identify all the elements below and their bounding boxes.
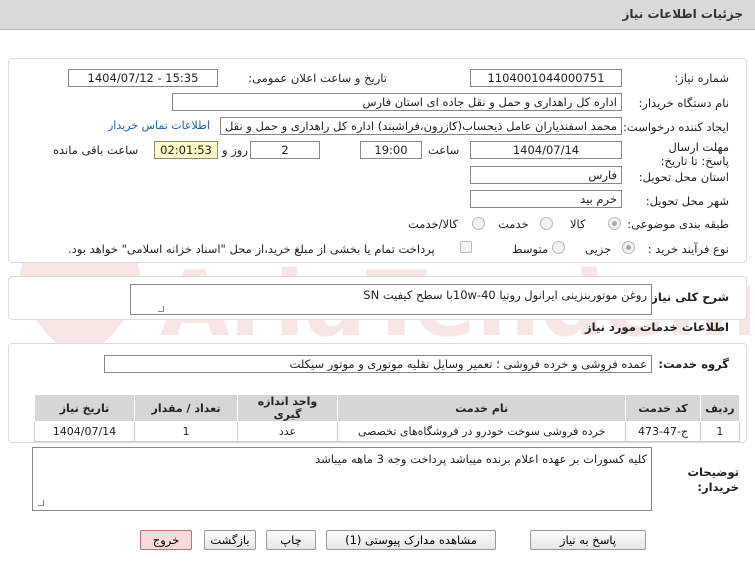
need-number-label: شماره نیاز: bbox=[674, 71, 729, 85]
creator-label: ایجاد کننده درخواست: bbox=[623, 120, 729, 134]
announce-datetime-field: 1404/07/12 - 15:35 bbox=[68, 69, 218, 87]
summary-label: شرح کلی نیاز: bbox=[646, 290, 729, 304]
days-remaining-field: 2 bbox=[250, 141, 320, 159]
category-option-goods: کالا bbox=[570, 217, 586, 231]
days-label: روز و bbox=[222, 143, 248, 157]
deadline-time-field: 19:00 bbox=[360, 141, 422, 159]
cell-quantity: 1 bbox=[133, 421, 239, 442]
process-radio-medium[interactable] bbox=[552, 241, 565, 254]
city-label: شهر محل تحویل: bbox=[645, 194, 729, 208]
cell-row: 1 bbox=[699, 421, 741, 442]
deadline-date-field: 1404/07/14 bbox=[470, 141, 622, 159]
col-row: ردیف bbox=[699, 394, 741, 422]
contact-buyer-link[interactable]: اطلاعات تماس خریدار bbox=[108, 119, 210, 132]
service-group-label: گروه خدمت: bbox=[658, 357, 729, 371]
process-label: نوع فرآیند خرید : bbox=[647, 242, 729, 256]
category-label: طبقه بندی موضوعی: bbox=[627, 217, 729, 231]
buyer-notes-field: کلیه کسورات بر عهده اعلام برنده میباشد پ… bbox=[32, 447, 652, 511]
category-radio-goods[interactable] bbox=[608, 217, 621, 230]
category-option-service: خدمت bbox=[498, 217, 529, 231]
col-quantity: تعداد / مقدار bbox=[133, 394, 239, 422]
category-option-goods-service: کالا/خدمت bbox=[408, 217, 459, 231]
buyer-org-label: نام دستگاه خریدار: bbox=[638, 96, 729, 110]
reply-button[interactable]: پاسخ به نیاز bbox=[530, 530, 646, 550]
page-header: جزئیات اطلاعات نیاز bbox=[0, 0, 755, 30]
process-radio-minor[interactable] bbox=[622, 241, 635, 254]
exit-button[interactable]: خروج bbox=[140, 530, 192, 550]
deadline-label: مهلت ارسال پاسخ: تا تاریخ: bbox=[660, 140, 729, 168]
process-option-medium: متوسط bbox=[512, 242, 549, 256]
col-unit: واحد اندازه گیری bbox=[237, 394, 338, 422]
treasury-payment-checkbox[interactable] bbox=[460, 241, 472, 253]
table-header-row: ردیف کد خدمت نام خدمت واحد اندازه گیری ت… bbox=[34, 394, 741, 422]
cell-service-name: خرده فروشی سوخت خودرو در فروشگاه‌های تخص… bbox=[336, 421, 627, 442]
cell-unit: عدد bbox=[237, 421, 338, 442]
creator-field: محمد اسفندیاران عامل ذیحساب(کازرون،فراشب… bbox=[220, 117, 622, 135]
notes-resize-handle[interactable] bbox=[38, 500, 44, 506]
back-button[interactable]: بازگشت bbox=[204, 530, 256, 550]
category-radio-goods-service[interactable] bbox=[472, 217, 485, 230]
summary-field: روغن موتوربنزینی ایرانول رونیا 10w-40با … bbox=[130, 284, 652, 315]
col-service-name: نام خدمت bbox=[336, 394, 627, 422]
city-field: خرم بید bbox=[470, 190, 622, 208]
services-table: ردیف کد خدمت نام خدمت واحد اندازه گیری ت… bbox=[34, 394, 741, 442]
remaining-time-label: ساعت باقی مانده bbox=[53, 143, 139, 157]
announce-label: تاریخ و ساعت اعلان عمومی: bbox=[248, 71, 387, 85]
buyer-notes-label: توضیحات خریدار: bbox=[687, 465, 740, 494]
cell-service-code: ج-47-473 bbox=[625, 421, 701, 442]
page-title: جزئیات اطلاعات نیاز bbox=[622, 7, 743, 21]
view-attachments-button[interactable]: مشاهده مدارک پیوستی (1) bbox=[326, 530, 496, 550]
print-button[interactable]: چاپ bbox=[266, 530, 316, 550]
service-group-field: عمده فروشی و خرده فروشی ؛ تعمیر وسایل نق… bbox=[104, 355, 652, 373]
process-option-minor: جزیی bbox=[585, 242, 612, 256]
table-row: 1 ج-47-473 خرده فروشی سوخت خودرو در فروش… bbox=[34, 421, 741, 442]
remaining-time-field: 02:01:53 bbox=[154, 141, 218, 159]
category-radio-service[interactable] bbox=[540, 217, 553, 230]
province-label: استان محل تحویل: bbox=[638, 170, 729, 184]
services-section-title: اطلاعات خدمات مورد نیاز bbox=[585, 320, 729, 334]
col-need-date: تاریخ نیاز bbox=[34, 394, 135, 422]
province-field: فارس bbox=[470, 166, 622, 184]
info-panel bbox=[8, 58, 747, 263]
resize-handle[interactable] bbox=[158, 306, 164, 312]
treasury-payment-note: پرداخت تمام یا بخشی از مبلغ خرید،از محل … bbox=[68, 242, 435, 256]
buyer-org-field: اداره کل راهداری و حمل و نقل جاده ای است… bbox=[172, 93, 622, 111]
need-number-field: 1104001044000751 bbox=[470, 69, 622, 87]
cell-need-date: 1404/07/14 bbox=[34, 421, 135, 442]
deadline-time-label: ساعت bbox=[428, 143, 460, 157]
col-service-code: کد خدمت bbox=[625, 394, 701, 422]
